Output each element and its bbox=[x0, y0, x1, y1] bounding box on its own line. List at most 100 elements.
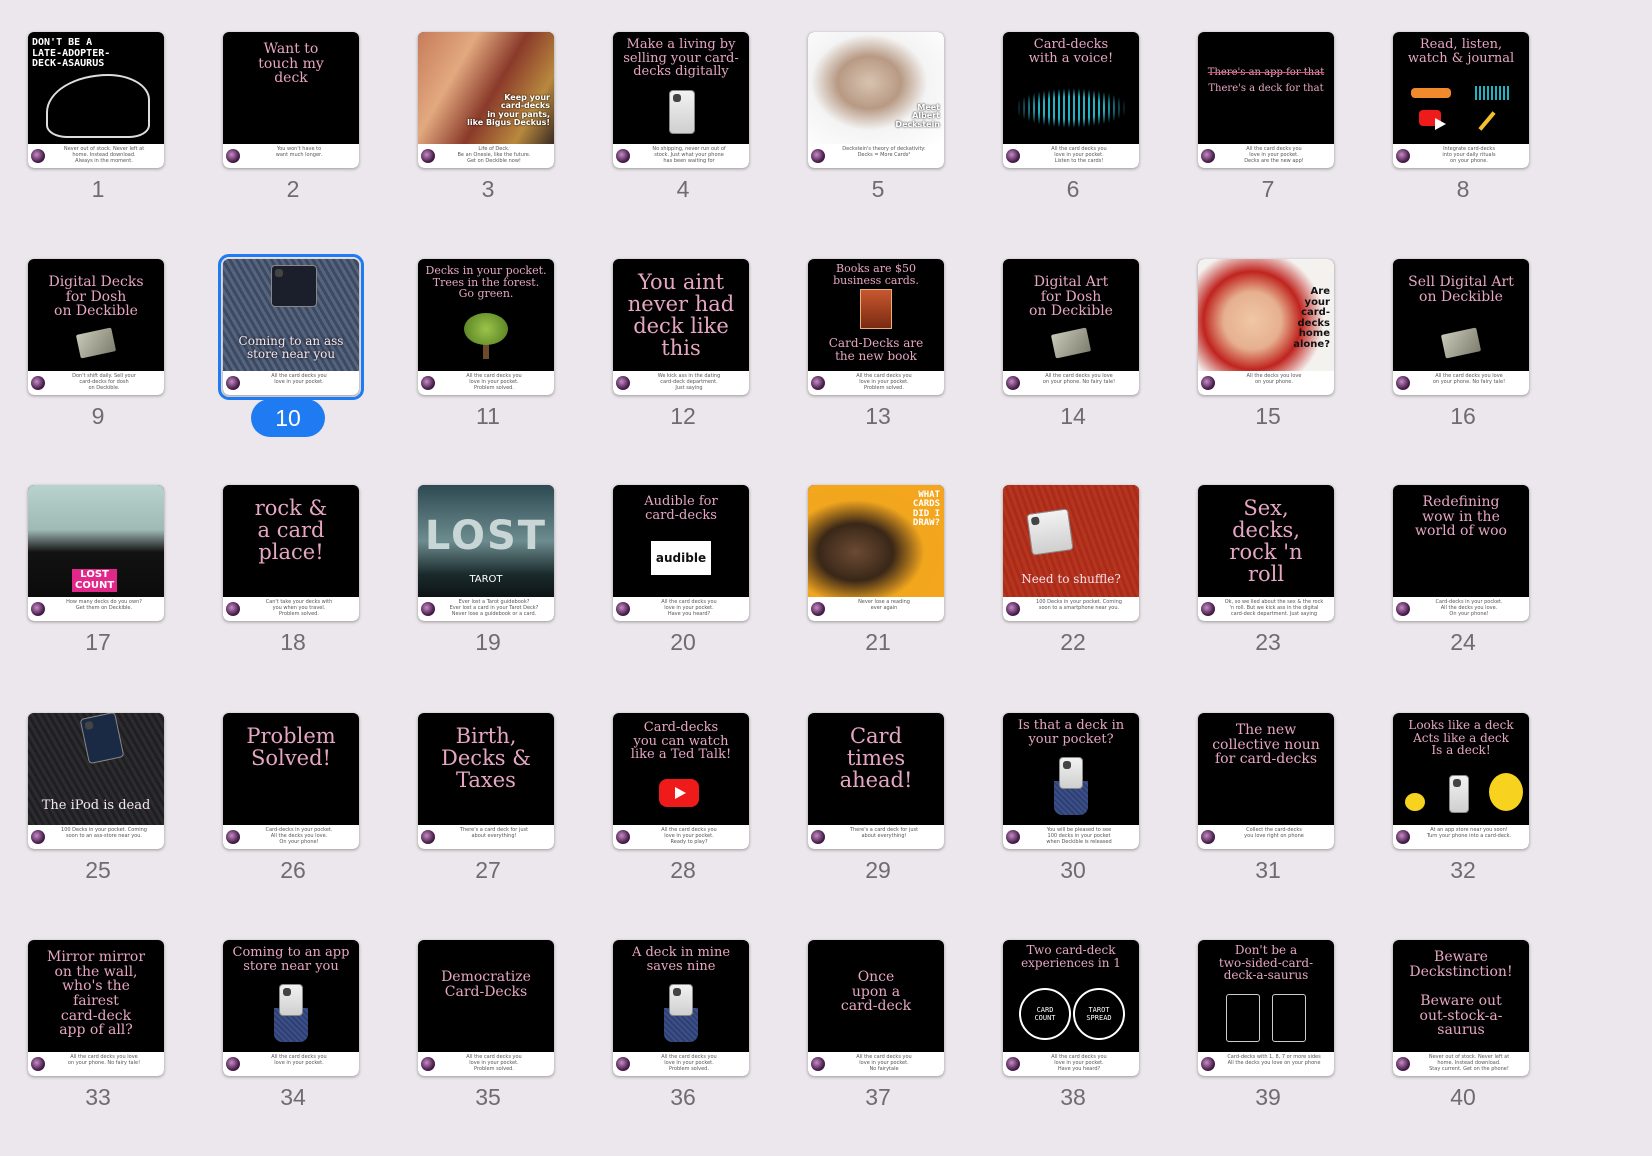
slide-card[interactable]: LOST TAROT Ever lost a Tarot guidebook? Ev… bbox=[418, 485, 554, 621]
slide-thumbnail[interactable]: You aint never had deck like this We kick… bbox=[599, 245, 767, 471]
slide-card[interactable]: Democratize Card-Decks All the card decks… bbox=[418, 940, 554, 1076]
slide-thumbnail[interactable]: Decks in your pocket. Trees in the fores… bbox=[404, 245, 572, 471]
slide-caption: All the card decks you love in your pock… bbox=[466, 373, 522, 391]
slide-card[interactable]: Once upon a card-deck All the card decks … bbox=[808, 940, 944, 1076]
slide-thumbnail[interactable]: Card-decks you can watch like a Ted Talk… bbox=[599, 699, 767, 925]
slide-thumbnail[interactable]: WHAT CARDS DID I DRAW? Never lose a readi… bbox=[794, 471, 962, 697]
slide-thumbnail[interactable]: rock & a card place! Can't take your deck… bbox=[209, 471, 377, 697]
slide-thumbnail[interactable]: Books are $50 business cards. Card-Decks … bbox=[794, 245, 962, 471]
slide-thumbnail[interactable]: Beware Deckstinction! Beware out out-sto… bbox=[1379, 926, 1547, 1152]
slide-thumbnail[interactable]: Two card-deck experiences in 1 CARD COUNT… bbox=[989, 926, 1157, 1152]
slide-headline: Beware Deckstinction! Beware out out-sto… bbox=[1409, 949, 1513, 1039]
slide-thumbnail[interactable]: Is that a deck in your pocket? You will b… bbox=[989, 699, 1157, 925]
slide-thumbnail[interactable]: Once upon a card-deck All the card decks … bbox=[794, 926, 962, 1152]
slide-art: LOST COUNT bbox=[28, 485, 164, 597]
slide-card[interactable]: Digital Decks for Dosh on Deckible Don't … bbox=[28, 259, 164, 395]
slide-thumbnail[interactable]: Birth, Decks & Taxes There's a card deck … bbox=[404, 699, 572, 925]
slide-card[interactable]: The iPod is dead 100 Decks in your pocket… bbox=[28, 713, 164, 849]
slide-thumbnail[interactable]: Are your card- decks home alone? All the … bbox=[1184, 245, 1352, 471]
slide-card[interactable]: DON'T BE A LATE-ADOPTER- DECK-ASAURUS Nev… bbox=[28, 32, 164, 168]
slide-caption: Don't shift daily. Sell your card-decks … bbox=[72, 373, 136, 391]
slide-headline: Democratize Card-Decks bbox=[441, 969, 531, 1000]
slide-thumbnail[interactable]: A deck in mine saves nine All the card de… bbox=[599, 926, 767, 1152]
slide-thumbnail[interactable]: Digital Decks for Dosh on Deckible Don't … bbox=[14, 245, 182, 471]
deckible-logo-icon bbox=[1396, 149, 1410, 163]
slide-card[interactable]: Coming to an app store near you All the c… bbox=[223, 940, 359, 1076]
slide-card[interactable]: Sell Digital Art on Deckible All the card… bbox=[1393, 259, 1529, 395]
slide-thumbnail[interactable]: Keep your card-decks in your pants, like… bbox=[404, 18, 572, 244]
slide-thumbnail[interactable]: Coming to an ass store near you All the c… bbox=[209, 245, 377, 471]
slide-card[interactable]: Decks in your pocket. Trees in the fores… bbox=[418, 259, 554, 395]
slide-card[interactable]: Books are $50 business cards. Card-Decks … bbox=[808, 259, 944, 395]
slide-card[interactable]: Don't be a two-sided-card- deck-a-saurus… bbox=[1198, 940, 1334, 1076]
slide-art: Card-decks with a voice! bbox=[1003, 32, 1139, 144]
slide-card[interactable]: WHAT CARDS DID I DRAW? Never lose a readi… bbox=[808, 485, 944, 621]
slide-card[interactable]: Card-decks you can watch like a Ted Talk… bbox=[613, 713, 749, 849]
slide-card[interactable]: Beware Deckstinction! Beware out out-sto… bbox=[1393, 940, 1529, 1076]
slide-art: Keep your card-decks in your pants, like… bbox=[418, 32, 554, 144]
slide-card[interactable]: Card-decks with a voice! All the card dec… bbox=[1003, 32, 1139, 168]
slide-thumbnail[interactable]: Meet Albert Deckstein Deckstein's theory … bbox=[794, 18, 962, 244]
slide-thumbnail[interactable]: Audible for card-decks audible All the car… bbox=[599, 471, 767, 697]
slide-caption: Card-decks with 1, 8, 7 or more sides Al… bbox=[1227, 1054, 1321, 1066]
slide-card[interactable]: Mirror mirror on the wall, who's the fai… bbox=[28, 940, 164, 1076]
slide-card[interactable]: Need to shuffle? 100 Decks in your pocket… bbox=[1003, 485, 1139, 621]
slide-footer: Life of Deck. Be an Onesie, like the fut… bbox=[418, 144, 554, 168]
slide-card[interactable]: rock & a card place! Can't take your deck… bbox=[223, 485, 359, 621]
slide-thumbnail[interactable]: Don't be a two-sided-card- deck-a-saurus… bbox=[1184, 926, 1352, 1152]
slide-thumbnail[interactable]: Sell Digital Art on Deckible All the card… bbox=[1379, 245, 1547, 471]
slide-card[interactable]: A deck in mine saves nine All the card de… bbox=[613, 940, 749, 1076]
slide-thumbnail[interactable]: Read, listen, watch & journal Integrate c… bbox=[1379, 18, 1547, 244]
slide-card[interactable]: Two card-deck experiences in 1 CARD COUNT… bbox=[1003, 940, 1139, 1076]
slide-thumbnail[interactable]: Card-decks with a voice! All the card dec… bbox=[989, 18, 1157, 244]
slide-thumbnail[interactable]: The iPod is dead 100 Decks in your pocket… bbox=[14, 699, 182, 925]
slide-thumbnail[interactable]: Want to touch my deck You won't have to w… bbox=[209, 18, 377, 244]
slide-card[interactable]: Is that a deck in your pocket? You will b… bbox=[1003, 713, 1139, 849]
slide-headline: Make a living by selling your card- deck… bbox=[623, 37, 739, 80]
slide-thumbnail[interactable]: The new collective noun for card-decks Co… bbox=[1184, 699, 1352, 925]
slide-number: 38 bbox=[1060, 1084, 1086, 1110]
slide-thumbnail[interactable]: Make a living by selling your card- deck… bbox=[599, 18, 767, 244]
deckible-logo-icon bbox=[1006, 149, 1020, 163]
tarot-title: TAROT bbox=[469, 574, 503, 585]
slide-thumbnail[interactable]: Sex, decks, rock 'n roll Ok, so we lied a… bbox=[1184, 471, 1352, 697]
slide-thumbnail[interactable]: Redefining wow in the world of woo Card-d… bbox=[1379, 471, 1547, 697]
slide-card[interactable]: LOST COUNT How many decks do you own? Get… bbox=[28, 485, 164, 621]
slide-card[interactable]: Audible for card-decks audible All the car… bbox=[613, 485, 749, 621]
slide-thumbnail[interactable]: Need to shuffle? 100 Decks in your pocket… bbox=[989, 471, 1157, 697]
slide-card[interactable]: Sex, decks, rock 'n roll Ok, so we lied a… bbox=[1198, 485, 1334, 621]
slide-card[interactable]: Are your card- decks home alone? All the … bbox=[1198, 259, 1334, 395]
slide-card[interactable]: Read, listen, watch & journal Integrate c… bbox=[1393, 32, 1529, 168]
slide-thumbnail[interactable]: Coming to an app store near you All the c… bbox=[209, 926, 377, 1152]
slide-card[interactable]: Make a living by selling your card- deck… bbox=[613, 32, 749, 168]
slide-thumbnail[interactable]: Problem Solved! Card-decks in your pocket… bbox=[209, 699, 377, 925]
slide-thumbnail[interactable]: There's an app for that There's a deck fo… bbox=[1184, 18, 1352, 244]
slide-thumbnail[interactable]: LOST COUNT How many decks do you own? Get… bbox=[14, 471, 182, 697]
slide-card[interactable]: Digital Art for Dosh on Deckible All the … bbox=[1003, 259, 1139, 395]
slide-card[interactable]: Looks like a deck Acts like a deck Is a … bbox=[1393, 713, 1529, 849]
slide-card[interactable]: Keep your card-decks in your pants, like… bbox=[418, 32, 554, 168]
slide-number: 10 bbox=[251, 399, 325, 437]
slide-thumbnail[interactable]: Card times ahead! There's a card deck for… bbox=[794, 699, 962, 925]
slide-number: 40 bbox=[1450, 1084, 1476, 1110]
slide-card[interactable]: Meet Albert Deckstein Deckstein's theory … bbox=[808, 32, 944, 168]
slide-thumbnail[interactable]: Democratize Card-Decks All the card decks… bbox=[404, 926, 572, 1152]
slide-headline: Problem Solved! bbox=[246, 724, 336, 771]
slide-footer: At an app store near you soon! Turn your… bbox=[1393, 825, 1529, 849]
slide-card[interactable]: Redefining wow in the world of woo Card-d… bbox=[1393, 485, 1529, 621]
slide-thumbnail[interactable]: LOST TAROT Ever lost a Tarot guidebook? Ev… bbox=[404, 471, 572, 697]
slide-card[interactable]: Want to touch my deck You won't have to w… bbox=[223, 32, 359, 168]
slide-card[interactable]: There's an app for that There's a deck fo… bbox=[1198, 32, 1334, 168]
slide-card[interactable]: The new collective noun for card-decks Co… bbox=[1198, 713, 1334, 849]
deckible-logo-icon bbox=[226, 1057, 240, 1071]
slide-card[interactable]: Card times ahead! There's a card deck for… bbox=[808, 713, 944, 849]
slide-thumbnail[interactable]: Mirror mirror on the wall, who's the fai… bbox=[14, 926, 182, 1152]
slide-thumbnail[interactable]: Looks like a deck Acts like a deck Is a … bbox=[1379, 699, 1547, 925]
slide-thumbnail[interactable]: DON'T BE A LATE-ADOPTER- DECK-ASAURUS Nev… bbox=[14, 18, 182, 244]
slide-thumbnail[interactable]: Digital Art for Dosh on Deckible All the … bbox=[989, 245, 1157, 471]
slide-card[interactable]: You aint never had deck like this We kick… bbox=[613, 259, 749, 395]
slide-card[interactable]: Birth, Decks & Taxes There's a card deck … bbox=[418, 713, 554, 849]
slide-caption: All the card decks you love on your phon… bbox=[67, 1054, 141, 1066]
slide-card[interactable]: Problem Solved! Card-decks in your pocket… bbox=[223, 713, 359, 849]
slide-card[interactable]: Coming to an ass store near you All the c… bbox=[218, 254, 364, 400]
